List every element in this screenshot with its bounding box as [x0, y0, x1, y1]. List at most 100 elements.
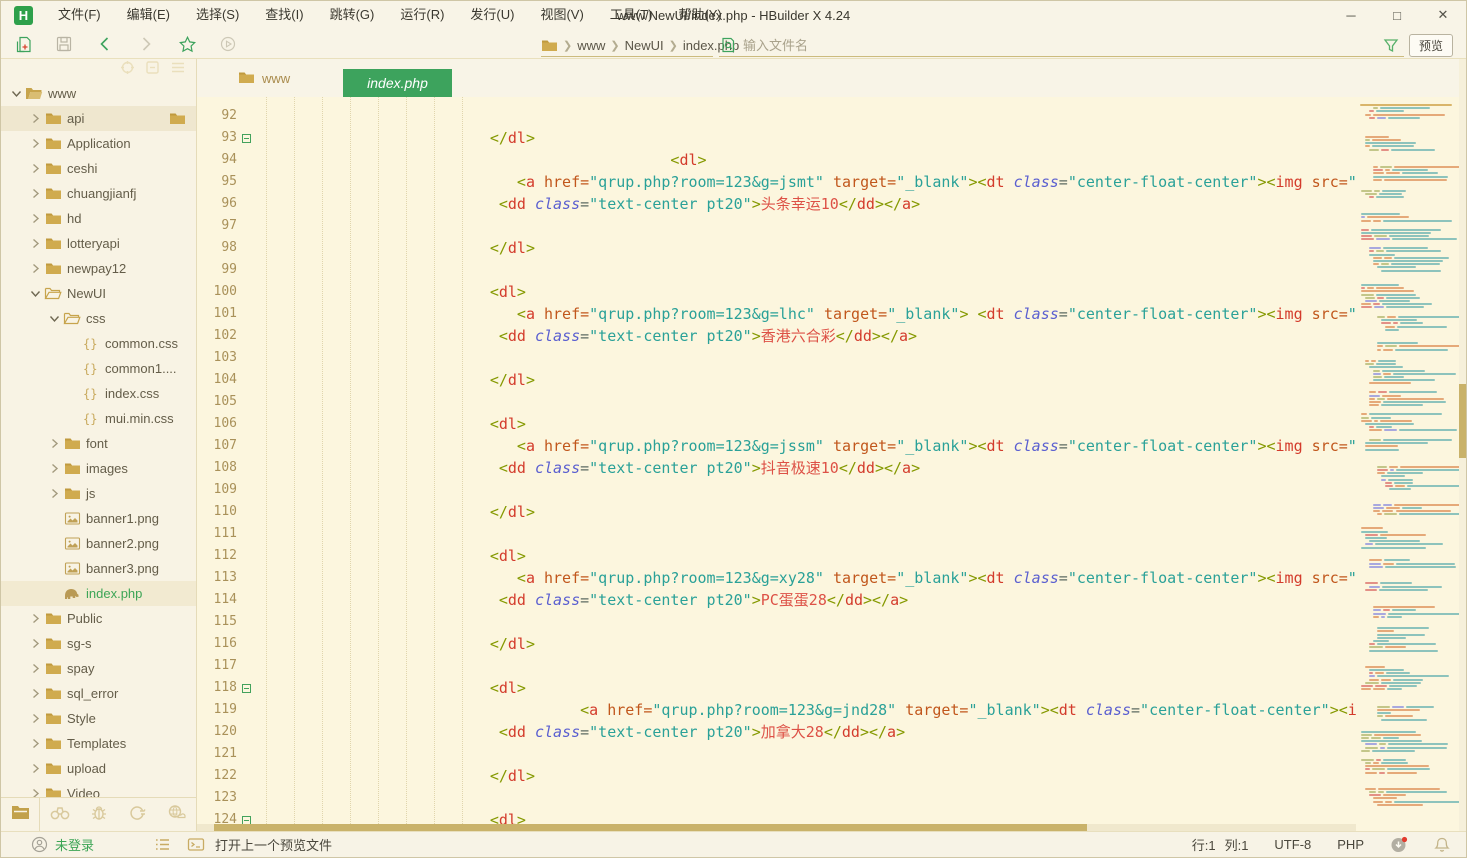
- tree-item-mui-min-css[interactable]: {}mui.min.css: [1, 406, 196, 431]
- tree-item-upload[interactable]: upload: [1, 756, 196, 781]
- refresh-tab-icon[interactable]: [118, 798, 157, 831]
- code-line-111[interactable]: 111: [197, 523, 1356, 545]
- tree-item-css[interactable]: css: [1, 306, 196, 331]
- tree-item-spay[interactable]: spay: [1, 656, 196, 681]
- tree-item-templates[interactable]: Templates: [1, 731, 196, 756]
- code-line-98[interactable]: 98 </dl>: [197, 237, 1356, 259]
- code-line-107[interactable]: 107 <a href="qrup.php?room=123&g=jssm" t…: [197, 435, 1356, 457]
- code-line-99[interactable]: 99: [197, 259, 1356, 281]
- chevron-right-icon[interactable]: [28, 712, 43, 726]
- code-editor[interactable]: 9293 </dl>94 <dl>95 <a href="qrup.php?ro…: [197, 97, 1356, 824]
- tree-item-sql-error[interactable]: sql_error: [1, 681, 196, 706]
- maximize-icon[interactable]: □: [1374, 1, 1420, 29]
- debug-tab-icon[interactable]: [79, 798, 118, 831]
- tree-item-application[interactable]: Application: [1, 131, 196, 156]
- open-previous-preview[interactable]: 打开上一个预览文件: [215, 835, 332, 854]
- chevron-right-icon[interactable]: [28, 612, 43, 626]
- code-line-102[interactable]: 102 <dd class="text-center pt20">香港六合彩</…: [197, 325, 1356, 347]
- encoding-indicator[interactable]: UTF-8: [1274, 837, 1311, 852]
- user-icon[interactable]: [31, 836, 48, 853]
- code-line-105[interactable]: 105: [197, 391, 1356, 413]
- chevron-right-icon[interactable]: [28, 212, 43, 226]
- chevron-right-icon[interactable]: [47, 487, 62, 501]
- code-line-117[interactable]: 117: [197, 655, 1356, 677]
- chevron-down-icon[interactable]: [9, 87, 24, 101]
- back-icon[interactable]: [95, 34, 115, 54]
- tree-item-banner1-png[interactable]: banner1.png: [1, 506, 196, 531]
- tree-item-hd[interactable]: hd: [1, 206, 196, 231]
- cursor-position[interactable]: 行:1 列:1: [1192, 835, 1249, 854]
- tree-item-js[interactable]: js: [1, 481, 196, 506]
- chevron-right-icon[interactable]: [28, 762, 43, 776]
- filter-icon[interactable]: [1382, 35, 1400, 55]
- code-line-121[interactable]: 121: [197, 743, 1356, 765]
- tree-item-lotteryapi[interactable]: lotteryapi: [1, 231, 196, 256]
- tab-index-php[interactable]: index.php: [343, 69, 452, 97]
- menu-item[interactable]: 查找(I): [252, 1, 316, 29]
- chevron-right-icon[interactable]: [28, 187, 43, 201]
- menu-item[interactable]: 发行(U): [457, 1, 527, 29]
- tree-item-common-css[interactable]: {}common.css: [1, 331, 196, 356]
- tree-item-font[interactable]: font: [1, 431, 196, 456]
- file-search-input[interactable]: [743, 38, 1382, 53]
- code-line-112[interactable]: 112 <dl>: [197, 545, 1356, 567]
- project-root-tab[interactable]: www: [238, 59, 290, 97]
- chevron-right-icon[interactable]: [28, 637, 43, 651]
- code-line-104[interactable]: 104 </dl>: [197, 369, 1356, 391]
- tree-item-ceshi[interactable]: ceshi: [1, 156, 196, 181]
- tree-item-images[interactable]: images: [1, 456, 196, 481]
- chevron-down-icon[interactable]: [28, 287, 43, 301]
- tree-item-public[interactable]: Public: [1, 606, 196, 631]
- close-icon[interactable]: ✕: [1420, 1, 1466, 29]
- code-line-109[interactable]: 109: [197, 479, 1356, 501]
- menu-item[interactable]: 视图(V): [527, 1, 596, 29]
- vertical-scrollbar-thumb[interactable]: [1459, 384, 1466, 458]
- update-icon[interactable]: [1390, 836, 1408, 853]
- tree-item-common1-[interactable]: {}common1....: [1, 356, 196, 381]
- tree-item-sg-s[interactable]: sg-s: [1, 631, 196, 656]
- project-tab-icon[interactable]: [1, 798, 40, 831]
- code-line-93[interactable]: 93 </dl>: [197, 127, 1356, 149]
- code-line-108[interactable]: 108 <dd class="text-center pt20">抖音极速10<…: [197, 457, 1356, 479]
- tree-item-chuangjianfj[interactable]: chuangjianfj: [1, 181, 196, 206]
- code-line-115[interactable]: 115: [197, 611, 1356, 633]
- tree-item-video[interactable]: Video: [1, 781, 196, 797]
- bell-icon[interactable]: [1434, 836, 1450, 853]
- menu-item[interactable]: 跳转(G): [317, 1, 388, 29]
- code-line-92[interactable]: 92: [197, 105, 1356, 127]
- code-line-101[interactable]: 101 <a href="qrup.php?room=123&g=lhc" ta…: [197, 303, 1356, 325]
- menu-item[interactable]: 文件(F): [45, 1, 114, 29]
- tree-item-index-php[interactable]: index.php: [1, 581, 196, 606]
- horizontal-scrollbar[interactable]: [197, 824, 1356, 831]
- code-line-118[interactable]: 118 <dl>: [197, 677, 1356, 699]
- chevron-right-icon[interactable]: [28, 162, 43, 176]
- chevron-right-icon[interactable]: [28, 237, 43, 251]
- code-line-120[interactable]: 120 <dd class="text-center pt20">加拿大28</…: [197, 721, 1356, 743]
- chevron-right-icon[interactable]: [28, 687, 43, 701]
- web-tab-icon[interactable]: [157, 798, 196, 831]
- minimize-icon[interactable]: ─: [1328, 1, 1374, 29]
- fold-marker-icon[interactable]: [237, 809, 255, 824]
- fold-marker-icon[interactable]: [237, 677, 255, 699]
- preview-button[interactable]: 预览: [1409, 34, 1453, 57]
- chevron-right-icon[interactable]: [28, 787, 43, 798]
- chevron-right-icon[interactable]: [28, 137, 43, 151]
- search-tab-icon[interactable]: [40, 798, 79, 831]
- code-line-113[interactable]: 113 <a href="qrup.php?room=123&g=xy28" t…: [197, 567, 1356, 589]
- fold-marker-icon[interactable]: [237, 127, 255, 149]
- code-line-95[interactable]: 95 <a href="qrup.php?room=123&g=jsmt" ta…: [197, 171, 1356, 193]
- menu-item[interactable]: 运行(R): [387, 1, 457, 29]
- code-line-97[interactable]: 97: [197, 215, 1356, 237]
- code-line-100[interactable]: 100 <dl>: [197, 281, 1356, 303]
- run-icon[interactable]: [218, 34, 238, 54]
- code-line-103[interactable]: 103: [197, 347, 1356, 369]
- star-icon[interactable]: [177, 34, 197, 54]
- menu-item[interactable]: 选择(S): [183, 1, 252, 29]
- code-line-114[interactable]: 114 <dd class="text-center pt20">PC蛋蛋28<…: [197, 589, 1356, 611]
- login-status[interactable]: 未登录: [55, 835, 94, 854]
- minimap[interactable]: [1356, 97, 1459, 831]
- code-line-96[interactable]: 96 <dd class="text-center pt20">头条幸运10</…: [197, 193, 1356, 215]
- menu-item[interactable]: 编辑(E): [114, 1, 183, 29]
- list-icon[interactable]: [154, 837, 171, 852]
- code-line-119[interactable]: 119 <a href="qrup.php?room=123&g=jnd28" …: [197, 699, 1356, 721]
